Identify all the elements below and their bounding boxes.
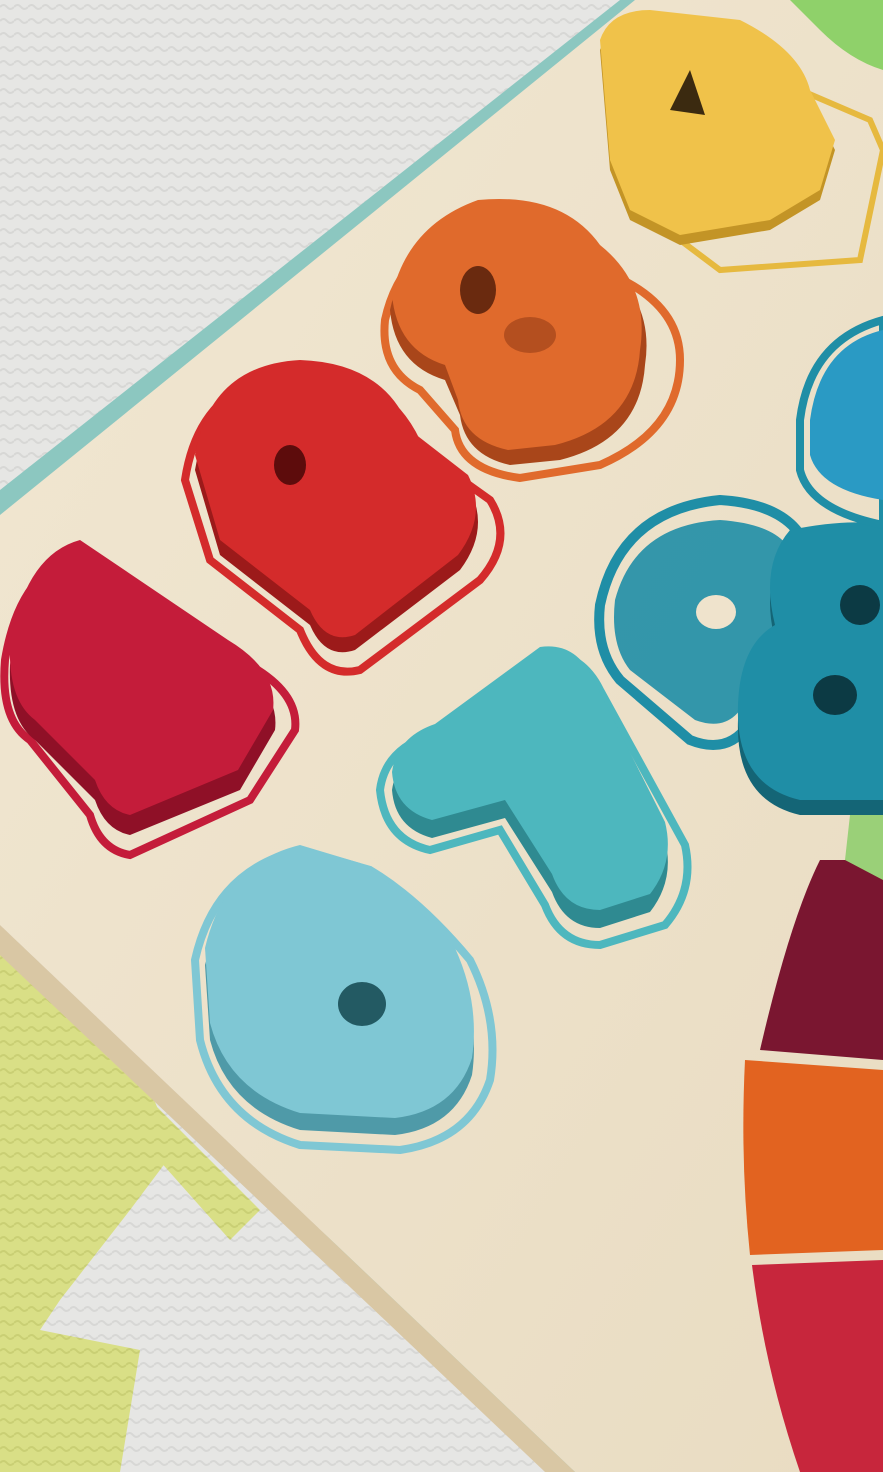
rainbow-segment-orange bbox=[743, 1060, 883, 1255]
scene-svg bbox=[0, 0, 883, 1472]
photo-scene bbox=[0, 0, 883, 1472]
